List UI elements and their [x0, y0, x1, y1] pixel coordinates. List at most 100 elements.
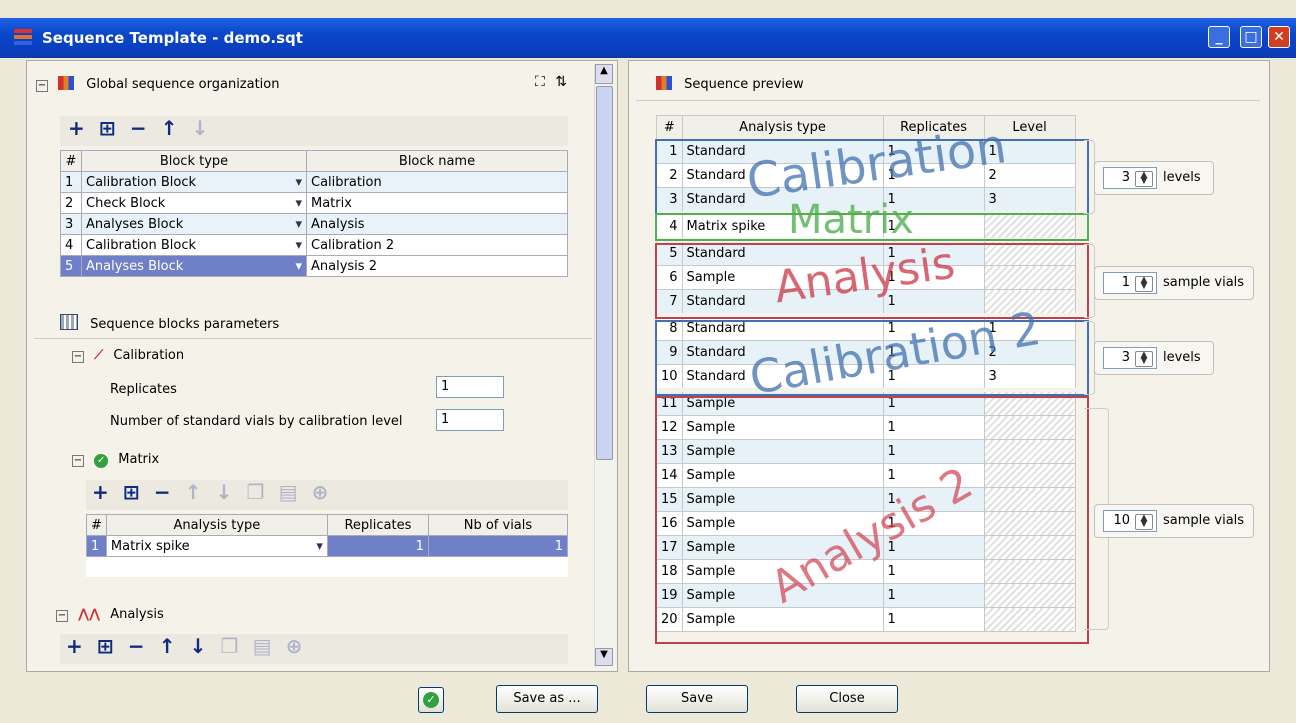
move-down-icon[interactable]: ↓: [216, 480, 233, 504]
calibration2-levels-spinner[interactable]: 3 ▲ ▼ levels: [1094, 341, 1214, 375]
insert-icon[interactable]: ⊞: [99, 116, 116, 140]
matrix-header[interactable]: − ✓ Matrix: [72, 452, 159, 468]
copy-icon[interactable]: ❐: [221, 634, 239, 658]
left-scrollbar[interactable]: ▲ ▼: [594, 64, 613, 666]
analysis-toolbar: + ⊞ − ↑ ↓ ❐ ▤ ⊕: [60, 634, 568, 664]
analysis-type-select[interactable]: Matrix spike ▾: [105, 535, 328, 557]
block-type-select[interactable]: Analyses Block ▾: [81, 255, 307, 277]
insert-icon[interactable]: ⊞: [97, 634, 114, 658]
spinner-label: levels: [1163, 350, 1201, 365]
vials-field[interactable]: 1: [436, 409, 504, 431]
col-num: #: [86, 514, 107, 536]
remove-icon[interactable]: −: [128, 634, 145, 658]
table-row[interactable]: 1 Calibration Block ▾ Calibration: [60, 171, 568, 193]
calibration-header[interactable]: − ⟋ Calibration: [72, 348, 184, 363]
row-num: 4: [60, 234, 82, 256]
table-row[interactable]: 4 Calibration Block ▾ Calibration 2: [60, 234, 568, 256]
chevron-down-icon[interactable]: ▾: [295, 259, 302, 274]
col-nb-vials[interactable]: Nb of vials: [427, 514, 569, 536]
validate-button[interactable]: ✓: [418, 687, 444, 713]
spinner-arrows-icon[interactable]: ▲ ▼: [1135, 351, 1153, 367]
close-button[interactable]: Close: [796, 685, 898, 713]
insert-icon[interactable]: ⊞: [123, 480, 140, 504]
col-block-type[interactable]: Block type: [81, 150, 307, 172]
table-row[interactable]: 5 Analyses Block ▾ Analysis 2: [60, 255, 568, 277]
global-org-header[interactable]: − Global sequence organization: [36, 76, 280, 92]
minimize-icon: _: [1215, 29, 1223, 45]
divider: [636, 100, 1260, 101]
table-row[interactable]: 3 Analyses Block ▾ Analysis: [60, 213, 568, 235]
title-bar[interactable]: Sequence Template - demo.sqt _ □ ✕: [0, 18, 1296, 58]
chevron-down-icon[interactable]: ▾: [295, 217, 302, 232]
params-grid-icon: [60, 314, 78, 330]
move-up-icon[interactable]: ↑: [159, 634, 176, 658]
matrix-toolbar: + ⊞ − ↑ ↓ ❐ ▤ ⊕: [86, 480, 568, 510]
collapse-icon[interactable]: −: [72, 351, 84, 363]
block-table: # Block type Block name 1 Calibration Bl…: [60, 150, 568, 277]
paste-icon[interactable]: ▤: [279, 480, 298, 504]
tree-sort-icon[interactable]: ⇅: [555, 74, 567, 90]
block-type-value: Calibration Block: [86, 237, 197, 253]
move-up-icon[interactable]: ↑: [161, 116, 178, 140]
collapse-icon[interactable]: −: [36, 80, 48, 92]
vials-cell[interactable]: 1: [427, 535, 569, 557]
block-type-select[interactable]: Calibration Block ▾: [81, 234, 307, 256]
table-row[interactable]: 2 Check Block ▾ Matrix: [60, 192, 568, 214]
block-name-cell[interactable]: Analysis: [306, 213, 568, 235]
analysis2-vials-spinner[interactable]: 10 ▲ ▼ sample vials: [1094, 504, 1254, 538]
close-window-button[interactable]: ✕: [1268, 26, 1290, 48]
add-icon[interactable]: +: [92, 480, 109, 504]
collapse-icon[interactable]: −: [72, 455, 84, 467]
analysis-header[interactable]: − ⋀⋀ Analysis: [56, 607, 164, 622]
calibration-levels-spinner[interactable]: 3 ▲ ▼ levels: [1094, 161, 1214, 195]
scroll-up-icon[interactable]: ▲: [595, 64, 613, 84]
spinner-label: levels: [1163, 170, 1201, 185]
add-icon[interactable]: +: [66, 634, 83, 658]
paste-add-icon[interactable]: ⊕: [286, 634, 303, 658]
spinner-arrows-icon[interactable]: ▲ ▼: [1135, 514, 1153, 530]
col-analysis-type: Analysis type: [681, 115, 884, 140]
scroll-down-icon[interactable]: ▼: [595, 648, 613, 666]
matrix-group-frame: [655, 213, 1089, 241]
tree-expand-icon[interactable]: ⛶: [535, 74, 545, 90]
close-icon: ✕: [1273, 29, 1285, 45]
replicates-cell[interactable]: 1: [326, 535, 429, 557]
minimize-button[interactable]: _: [1208, 26, 1230, 48]
paste-icon[interactable]: ▤: [253, 634, 272, 658]
spinner-arrows-icon[interactable]: ▲ ▼: [1135, 276, 1153, 292]
move-up-icon[interactable]: ↑: [185, 480, 202, 504]
chevron-down-icon[interactable]: ▾: [295, 238, 302, 253]
col-analysis-type[interactable]: Analysis type: [105, 514, 328, 536]
spinner-arrows-icon[interactable]: ▲ ▼: [1135, 171, 1153, 187]
collapse-icon[interactable]: −: [56, 610, 68, 622]
block-type-select[interactable]: Calibration Block ▾: [81, 171, 307, 193]
chevron-down-icon[interactable]: ▾: [295, 196, 302, 211]
col-block-name[interactable]: Block name: [306, 150, 568, 172]
col-replicates[interactable]: Replicates: [326, 514, 429, 536]
remove-icon[interactable]: −: [154, 480, 171, 504]
save-button[interactable]: Save: [646, 685, 748, 713]
chevron-down-icon[interactable]: ▾: [295, 175, 302, 190]
remove-icon[interactable]: −: [130, 116, 147, 140]
maximize-button[interactable]: □: [1240, 26, 1262, 48]
preview-icon: [656, 76, 672, 90]
analysis-vials-spinner[interactable]: 1 ▲ ▼ sample vials: [1094, 266, 1254, 300]
replicates-field[interactable]: 1: [436, 376, 504, 398]
block-name-cell[interactable]: Calibration 2: [306, 234, 568, 256]
add-icon[interactable]: +: [68, 116, 85, 140]
block-type-select[interactable]: Check Block ▾: [81, 192, 307, 214]
scroll-thumb[interactable]: [596, 86, 613, 460]
chevron-down-icon[interactable]: ▾: [316, 539, 323, 554]
block-type-select[interactable]: Analyses Block ▾: [81, 213, 307, 235]
table-row[interactable]: 1 Matrix spike ▾ 1 1: [86, 535, 569, 557]
col-num: #: [60, 150, 82, 172]
move-down-icon[interactable]: ↓: [192, 116, 209, 140]
block-name-cell[interactable]: Calibration: [306, 171, 568, 193]
save-as-button[interactable]: Save as ...: [496, 685, 598, 713]
replicates-label: Replicates: [110, 382, 177, 397]
copy-icon[interactable]: ❐: [247, 480, 265, 504]
block-name-cell[interactable]: Matrix: [306, 192, 568, 214]
move-down-icon[interactable]: ↓: [190, 634, 207, 658]
block-name-cell[interactable]: Analysis 2: [306, 255, 568, 277]
paste-add-icon[interactable]: ⊕: [312, 480, 329, 504]
